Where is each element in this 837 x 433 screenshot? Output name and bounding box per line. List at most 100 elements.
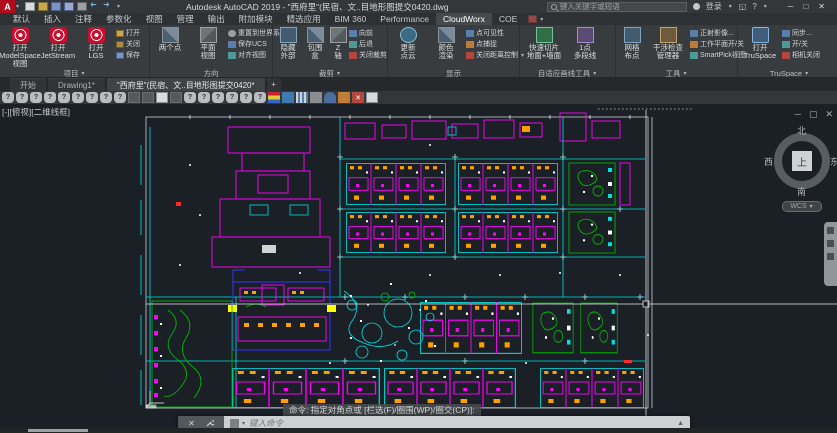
tab-manage[interactable]: 管理 [170,13,201,25]
viewcube-west[interactable]: 西 [764,155,773,168]
save-icon[interactable] [51,2,61,11]
viewcube-south[interactable]: 南 [797,185,806,198]
doc-restore-button[interactable]: ▢ [809,109,818,120]
close-button[interactable]: ✕ [818,2,825,11]
project-open-button[interactable]: 打开 [116,28,140,38]
doc-close-button[interactable]: ✕ [825,109,833,120]
unknown-command-icon[interactable]: ? [184,92,196,103]
tab-coe[interactable]: COE [492,13,524,25]
pan-icon[interactable] [827,227,834,234]
sign-in-label[interactable]: 登录 [706,1,722,12]
polyline-1pt-button[interactable]: 1点 多段线 [568,27,602,60]
close-crop-button[interactable]: 关闭裁剪 [349,50,387,60]
dim-tool-icon[interactable] [170,92,182,103]
viewcube-top-face[interactable]: 上 [792,151,812,171]
unknown-command-icon[interactable]: ? [16,92,28,103]
unknown-command-icon[interactable]: ? [226,92,238,103]
unknown-command-icon[interactable]: ? [86,92,98,103]
open-modelspace-button[interactable]: 打开 ModelSpace视图 [2,27,38,68]
tab-bim360[interactable]: BIM 360 [328,13,374,25]
panel-label-display[interactable]: 显示 [388,68,519,78]
panel-label-crop[interactable]: 裁剪▾ [273,68,387,78]
clash-manager-button[interactable]: 干涉检查 管理器 [648,27,688,60]
hide-outside-button[interactable]: 隐藏 外部 [275,27,301,60]
color-render-button[interactable]: 颜色 渲染 [428,27,464,60]
qat-dropdown-icon[interactable]: ▾ [117,3,120,10]
open-truspace-button[interactable]: 打开 TruSpace [740,27,780,60]
unknown-command-icon[interactable]: ? [30,92,42,103]
update-pointcloud-button[interactable]: 更新 点云 [390,27,426,60]
new-file-icon[interactable] [25,2,35,11]
panel-label-truspace[interactable]: TruSpace▾ [738,68,837,78]
view-cube[interactable]: 上 北 南 西 东 WCS▾ [768,127,836,213]
tab-cloudworx[interactable]: CloudWorx [436,13,492,25]
grid-points-button[interactable]: 网格 布点 [618,27,646,60]
panel-label-tools[interactable]: 工具▾ [616,68,737,78]
ribbon-extra-tool[interactable]: ▾ [528,13,544,25]
new-drawing-tab-button[interactable]: + [267,78,281,91]
tab-default[interactable]: 默认 [6,13,37,25]
minimize-button[interactable]: ─ [788,2,794,11]
measure-tool-icon[interactable] [310,92,322,103]
blank-tool-icon[interactable] [156,92,168,103]
command-tools-icon[interactable] [205,419,214,428]
maximize-button[interactable]: □ [803,2,808,11]
project-save-button[interactable]: 保存 [116,50,140,60]
model-space-canvas[interactable]: [-][俯视][二维线框] [0,105,837,428]
layers-tool-icon[interactable] [268,92,280,103]
redo-icon[interactable] [103,2,113,11]
navigation-bar[interactable] [824,222,837,286]
autocad-logo-icon[interactable]: A [0,0,15,13]
back-button[interactable]: 后退 [349,39,387,49]
match-tool-icon[interactable] [282,92,294,103]
truspace-toggle-button[interactable]: 开/关 [782,39,820,49]
project-close-button[interactable]: 关闭 [116,39,140,49]
unknown-command-icon[interactable]: ? [58,92,70,103]
open-file-icon[interactable] [38,2,48,11]
unknown-command-icon[interactable]: ? [72,92,84,103]
open-lgs-button[interactable]: 打开 LGS [78,27,114,60]
distance-control-button[interactable]: 关闭距离控制▾ [466,50,525,60]
signin-caret-icon[interactable]: ▾ [729,3,732,10]
tab-insert[interactable]: 插入 [37,13,68,25]
tab-annotate[interactable]: 注释 [68,13,99,25]
tab-view[interactable]: 视图 [139,13,170,25]
bounding-box-button[interactable]: 包围 盒 [303,27,327,60]
z-axis-button[interactable]: Z 轴 [329,27,347,60]
tab-performance[interactable]: Performance [373,13,436,25]
tab-parametric[interactable]: 参数化 [99,13,139,25]
camera-off-button[interactable]: 相机关闭 [782,50,820,60]
plan-view-button[interactable]: 平面 视图 [190,27,226,60]
help-search[interactable]: 键入关键字或短语 [547,2,687,12]
unknown-command-icon[interactable]: ? [240,92,252,103]
zoom-icon[interactable] [827,240,834,247]
viewcube-north[interactable]: 北 [797,124,806,137]
help-icon[interactable]: ? [752,2,756,11]
doc-tab-xifuli[interactable]: "西府里"(民宿、文..目地形图提交0420* [107,78,265,91]
sync-button[interactable]: 同步... [782,28,820,38]
lock-tool-icon[interactable] [142,92,154,103]
delete-tool-icon[interactable]: ✕ [352,92,364,103]
pencil-tool-icon[interactable] [338,92,350,103]
doc-tab-drawing1[interactable]: Drawing1* [48,78,105,91]
panel-label-project[interactable]: 项目▾ [0,68,149,78]
command-expand-icon[interactable]: ▲ [677,420,690,427]
app-menu-caret-icon[interactable]: ▾ [16,3,19,10]
save-as-icon[interactable] [64,2,74,11]
unknown-command-icon[interactable]: ? [212,92,224,103]
tab-featured-apps[interactable]: 精选应用 [280,13,328,25]
recent-commands-icon[interactable] [230,419,239,428]
unknown-command-icon[interactable]: ? [44,92,56,103]
orbit-icon[interactable] [827,253,834,260]
grid-tool-icon[interactable] [296,92,308,103]
point-visibility-button[interactable]: 点可见性 [466,28,525,38]
plot-icon[interactable] [77,2,87,11]
forward-button[interactable]: 向前 [349,28,387,38]
unknown-command-icon[interactable]: ? [254,92,266,103]
sign-in-icon[interactable] [693,3,700,10]
point-snap-button[interactable]: 点捕捉 [466,39,525,49]
sheet-tool-icon[interactable] [366,92,378,103]
viewport-controls[interactable]: [-][俯视][二维线框] [2,106,70,118]
quick-slice-button[interactable]: 快速切片 地面+墙面 [522,27,566,60]
unknown-command-icon[interactable]: ? [100,92,112,103]
